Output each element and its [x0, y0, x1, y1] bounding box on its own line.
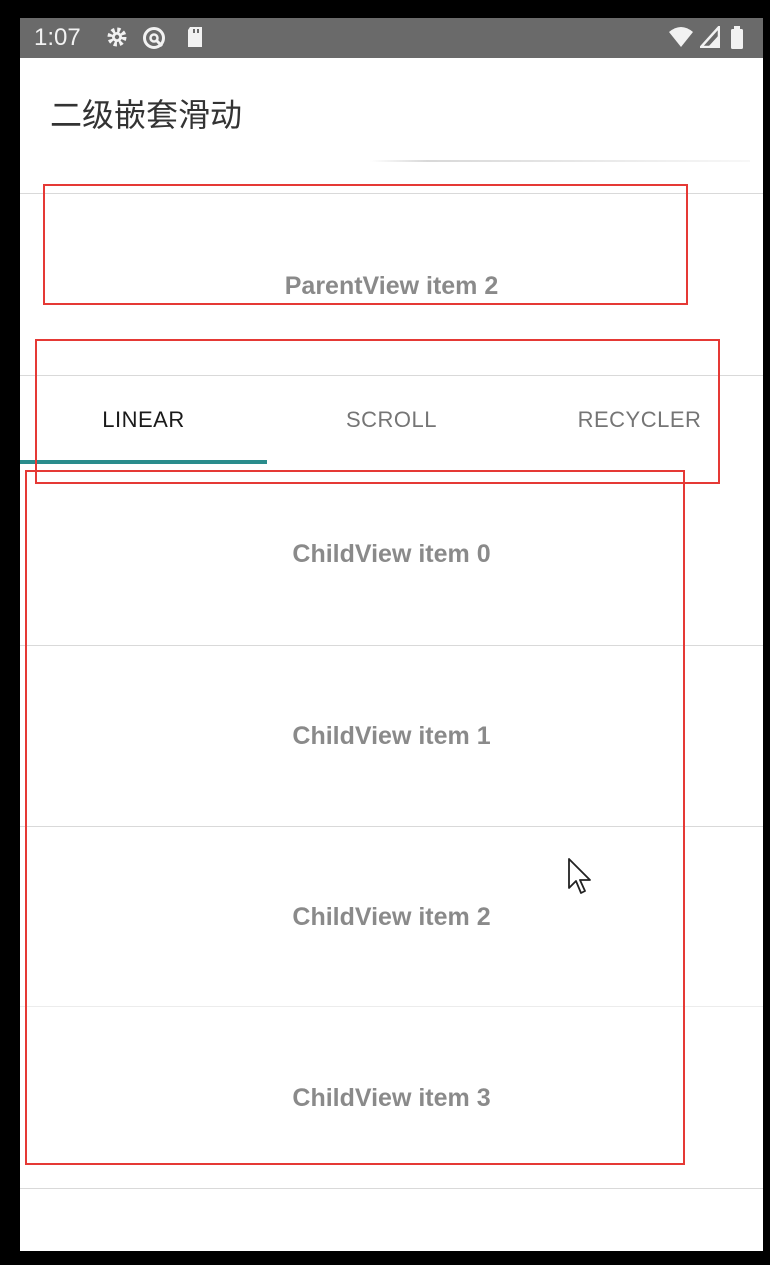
gear-icon	[107, 27, 127, 47]
child-item-label: ChildView item 1	[292, 722, 491, 750]
app-bar: 二级嵌套滑动	[20, 58, 763, 158]
parent-list-item[interactable]: ParentView item 2	[20, 194, 763, 375]
child-item-label: ChildView item 0	[292, 540, 491, 568]
at-sign-icon	[143, 27, 165, 49]
status-bar: 1:07	[20, 18, 763, 58]
scroll-shadow	[370, 160, 750, 162]
battery-icon	[731, 26, 743, 49]
sd-card-icon	[188, 27, 202, 47]
child-item-label: ChildView item 3	[292, 1084, 491, 1112]
page-title: 二级嵌套滑动	[50, 96, 243, 134]
child-item-label: ChildView item 2	[292, 903, 491, 931]
status-time: 1:07	[34, 24, 81, 51]
tab-linear[interactable]: LINEAR	[20, 376, 267, 464]
child-list-item[interactable]: ChildView item 0	[20, 464, 763, 645]
cellular-icon	[700, 26, 720, 48]
wifi-icon	[669, 27, 693, 47]
tab-recycler[interactable]: RECYCLER	[516, 376, 763, 464]
child-list-item[interactable]: ChildView item 1	[20, 646, 763, 827]
mouse-pointer-icon	[568, 858, 591, 894]
tab-scroll[interactable]: SCROLL	[268, 376, 515, 464]
child-list-item[interactable]: ChildView item 2	[20, 827, 763, 1008]
divider	[20, 1188, 763, 1189]
phone-screen: 1:07 二级嵌套滑动 ParentView item 2 LINEAR SCR…	[20, 18, 763, 1251]
tab-bar: LINEAR SCROLL RECYCLER	[20, 376, 763, 464]
divider	[20, 1006, 763, 1007]
parent-item-label: ParentView item 2	[284, 272, 499, 300]
child-list-item[interactable]: ChildView item 3	[20, 1008, 763, 1189]
